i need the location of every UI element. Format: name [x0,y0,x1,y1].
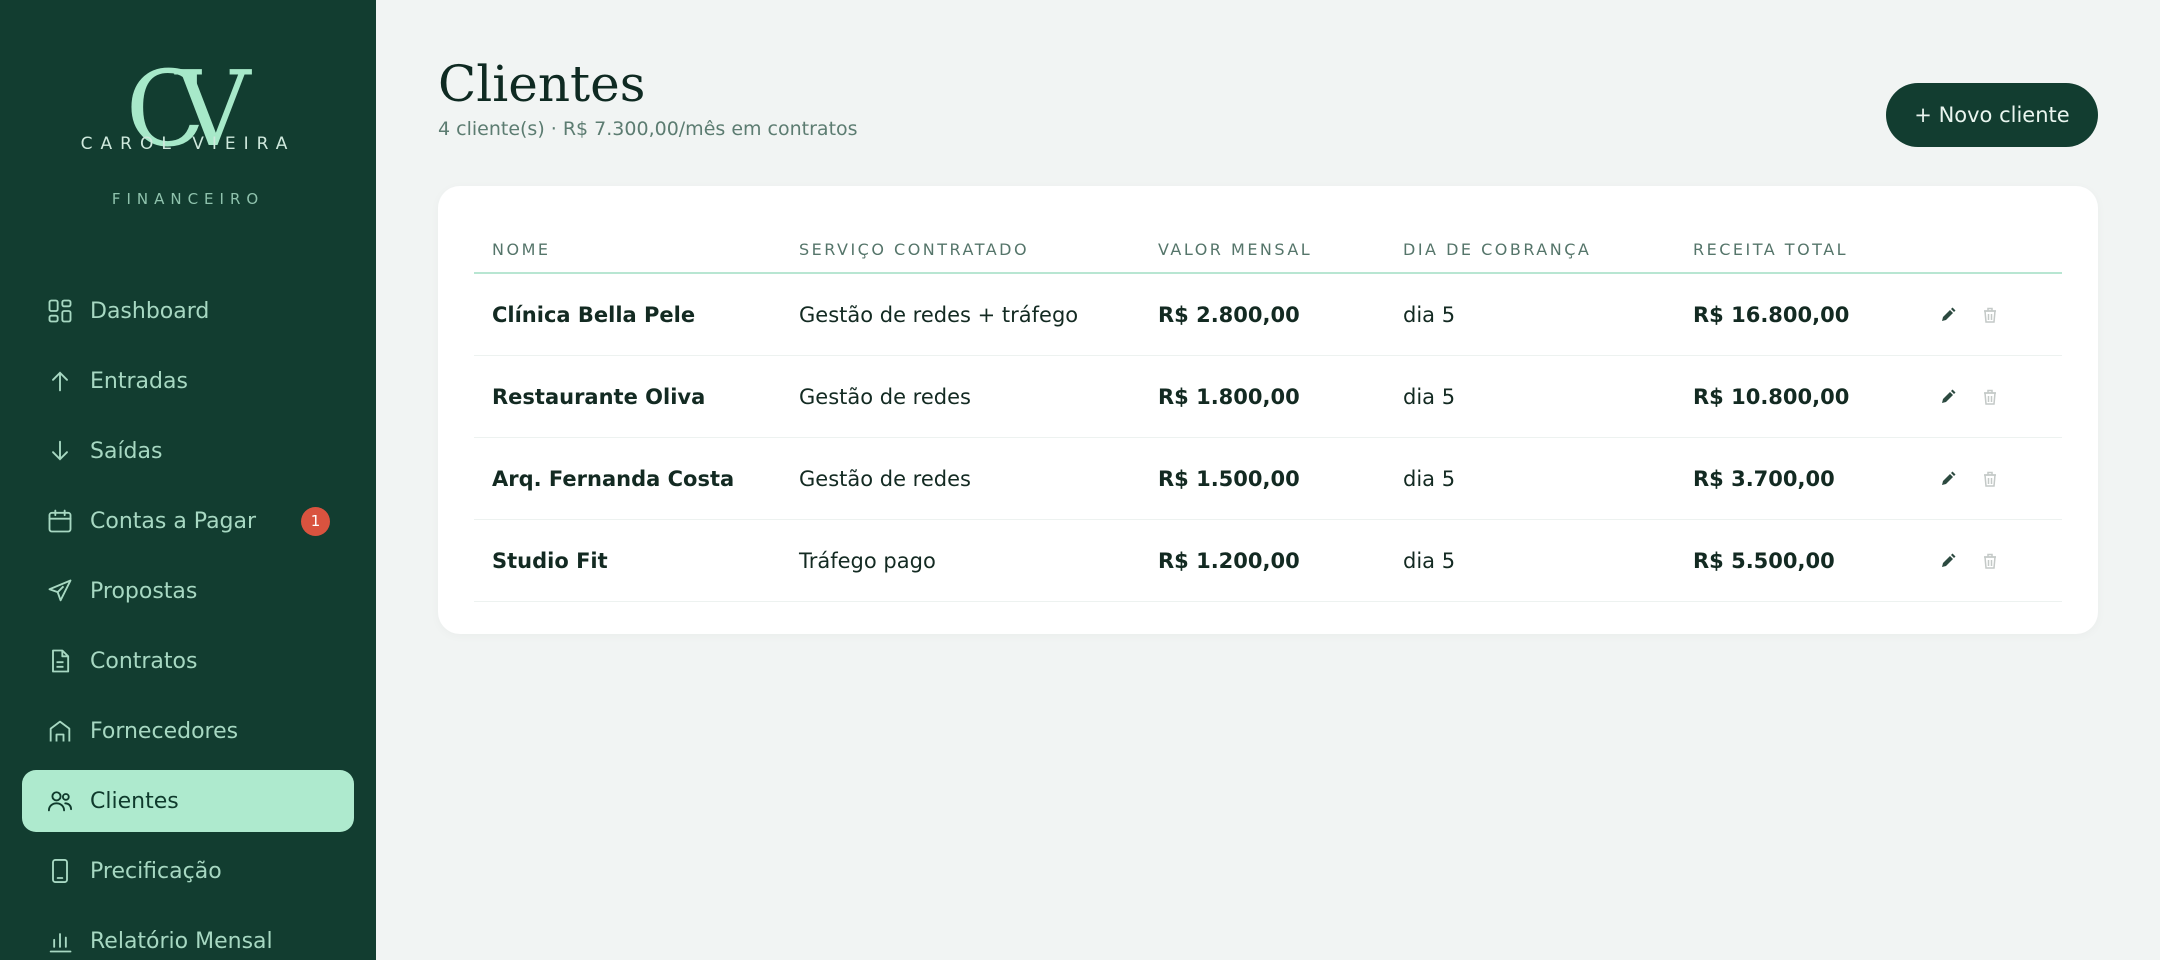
document-icon [46,647,74,675]
sidebar-item-propostas[interactable]: Propostas [22,560,354,622]
client-name: Clínica Bella Pele [474,273,781,356]
sidebar-item-dashboard[interactable]: Dashboard [22,280,354,342]
users-icon [46,787,74,815]
table-row[interactable]: Arq. Fernanda Costa Gestão de redes R$ 1… [474,437,2062,520]
sidebar-item-clientes[interactable]: Clientes [22,770,354,832]
trash-icon[interactable] [1980,305,2000,325]
client-monthly-value: R$ 1.200,00 [1140,519,1385,602]
send-icon [46,577,74,605]
client-billing-day: dia 5 [1385,355,1675,438]
client-total-revenue: R$ 10.800,00 [1675,355,1920,438]
client-billing-day: dia 5 [1385,437,1675,520]
row-actions [1920,519,2062,602]
table-header-row: NOME SERVIÇO CONTRATADO VALOR MENSAL DIA… [474,226,2062,274]
logo-subtitle: FINANCEIRO [111,190,265,208]
new-client-button[interactable]: + Novo cliente [1886,83,2098,147]
sidebar: CV CAROL VIEIRA FINANCEIRO Dashboard Ent… [0,0,376,960]
column-header-actions [1920,226,2062,274]
sidebar-item-label: Clientes [90,788,179,814]
pencil-icon[interactable] [1938,387,1958,407]
sidebar-item-label: Relatório Mensal [90,928,273,954]
row-actions [1920,355,2062,438]
sidebar-item-fornecedores[interactable]: Fornecedores [22,700,354,762]
sidebar-item-contratos[interactable]: Contratos [22,630,354,692]
trash-icon[interactable] [1980,551,2000,571]
row-actions [1920,437,2062,520]
pencil-icon[interactable] [1938,551,1958,571]
client-service: Tráfego pago [781,519,1140,602]
clients-table: NOME SERVIÇO CONTRATADO VALOR MENSAL DIA… [474,226,2062,602]
client-total-revenue: R$ 5.500,00 [1675,519,1920,602]
column-header-nome[interactable]: NOME [474,226,781,274]
row-actions [1920,273,2062,356]
phone-icon [46,857,74,885]
column-header-dia-cobranca[interactable]: DIA DE COBRANÇA [1385,226,1675,274]
client-service: Gestão de redes [781,355,1140,438]
table-row[interactable]: Studio Fit Tráfego pago R$ 1.200,00 dia … [474,519,2062,602]
pencil-icon[interactable] [1938,469,1958,489]
table-row[interactable]: Clínica Bella Pele Gestão de redes + trá… [474,273,2062,356]
client-monthly-value: R$ 1.800,00 [1140,355,1385,438]
sidebar-item-label: Entradas [90,368,188,394]
client-monthly-value: R$ 2.800,00 [1140,273,1385,356]
sidebar-item-label: Dashboard [90,298,210,324]
page-subtitle: 4 cliente(s) · R$ 7.300,00/mês em contra… [438,118,858,140]
trash-icon[interactable] [1980,387,2000,407]
client-total-revenue: R$ 3.700,00 [1675,437,1920,520]
sidebar-item-label: Saídas [90,438,163,464]
trash-icon[interactable] [1980,469,2000,489]
logo-name: CAROL VIEIRA [80,134,296,154]
sidebar-item-label: Fornecedores [90,718,239,744]
client-name: Studio Fit [474,519,781,602]
brand-logo: CV CAROL VIEIRA FINANCEIRO [0,0,376,220]
table-row[interactable]: Restaurante Oliva Gestão de redes R$ 1.8… [474,355,2062,438]
sidebar-item-relatorio-mensal[interactable]: Relatório Mensal [22,910,354,960]
sidebar-item-label: Contas a Pagar [90,508,257,534]
column-header-valor-mensal[interactable]: VALOR MENSAL [1140,226,1385,274]
bar-chart-icon [46,927,74,955]
sidebar-item-label: Propostas [90,578,198,604]
grid-icon [46,297,74,325]
calendar-icon [46,507,74,535]
sidebar-item-contas-a-pagar[interactable]: Contas a Pagar 1 [22,490,354,552]
client-billing-day: dia 5 [1385,519,1675,602]
client-service: Gestão de redes + tráfego [781,273,1140,356]
column-header-servico[interactable]: SERVIÇO CONTRATADO [781,226,1140,274]
sidebar-item-label: Precificação [90,858,222,884]
client-billing-day: dia 5 [1385,273,1675,356]
sidebar-nav: Dashboard Entradas Saídas Contas a Pagar… [22,280,354,960]
arrow-up-icon [46,367,74,395]
sidebar-item-saidas[interactable]: Saídas [22,420,354,482]
sidebar-item-precificacao[interactable]: Precificação [22,840,354,902]
client-name: Arq. Fernanda Costa [474,437,781,520]
page-title: Clientes [438,55,646,113]
store-icon [46,717,74,745]
client-total-revenue: R$ 16.800,00 [1675,273,1920,356]
client-monthly-value: R$ 1.500,00 [1140,437,1385,520]
sidebar-item-entradas[interactable]: Entradas [22,350,354,412]
client-service: Gestão de redes [781,437,1140,520]
column-header-receita-total[interactable]: RECEITA TOTAL [1675,226,1920,274]
client-name: Restaurante Oliva [474,355,781,438]
sidebar-item-label: Contratos [90,648,198,674]
pencil-icon[interactable] [1938,305,1958,325]
notification-badge: 1 [301,507,330,536]
clients-table-card: NOME SERVIÇO CONTRATADO VALOR MENSAL DIA… [438,186,2098,634]
arrow-down-icon [46,437,74,465]
